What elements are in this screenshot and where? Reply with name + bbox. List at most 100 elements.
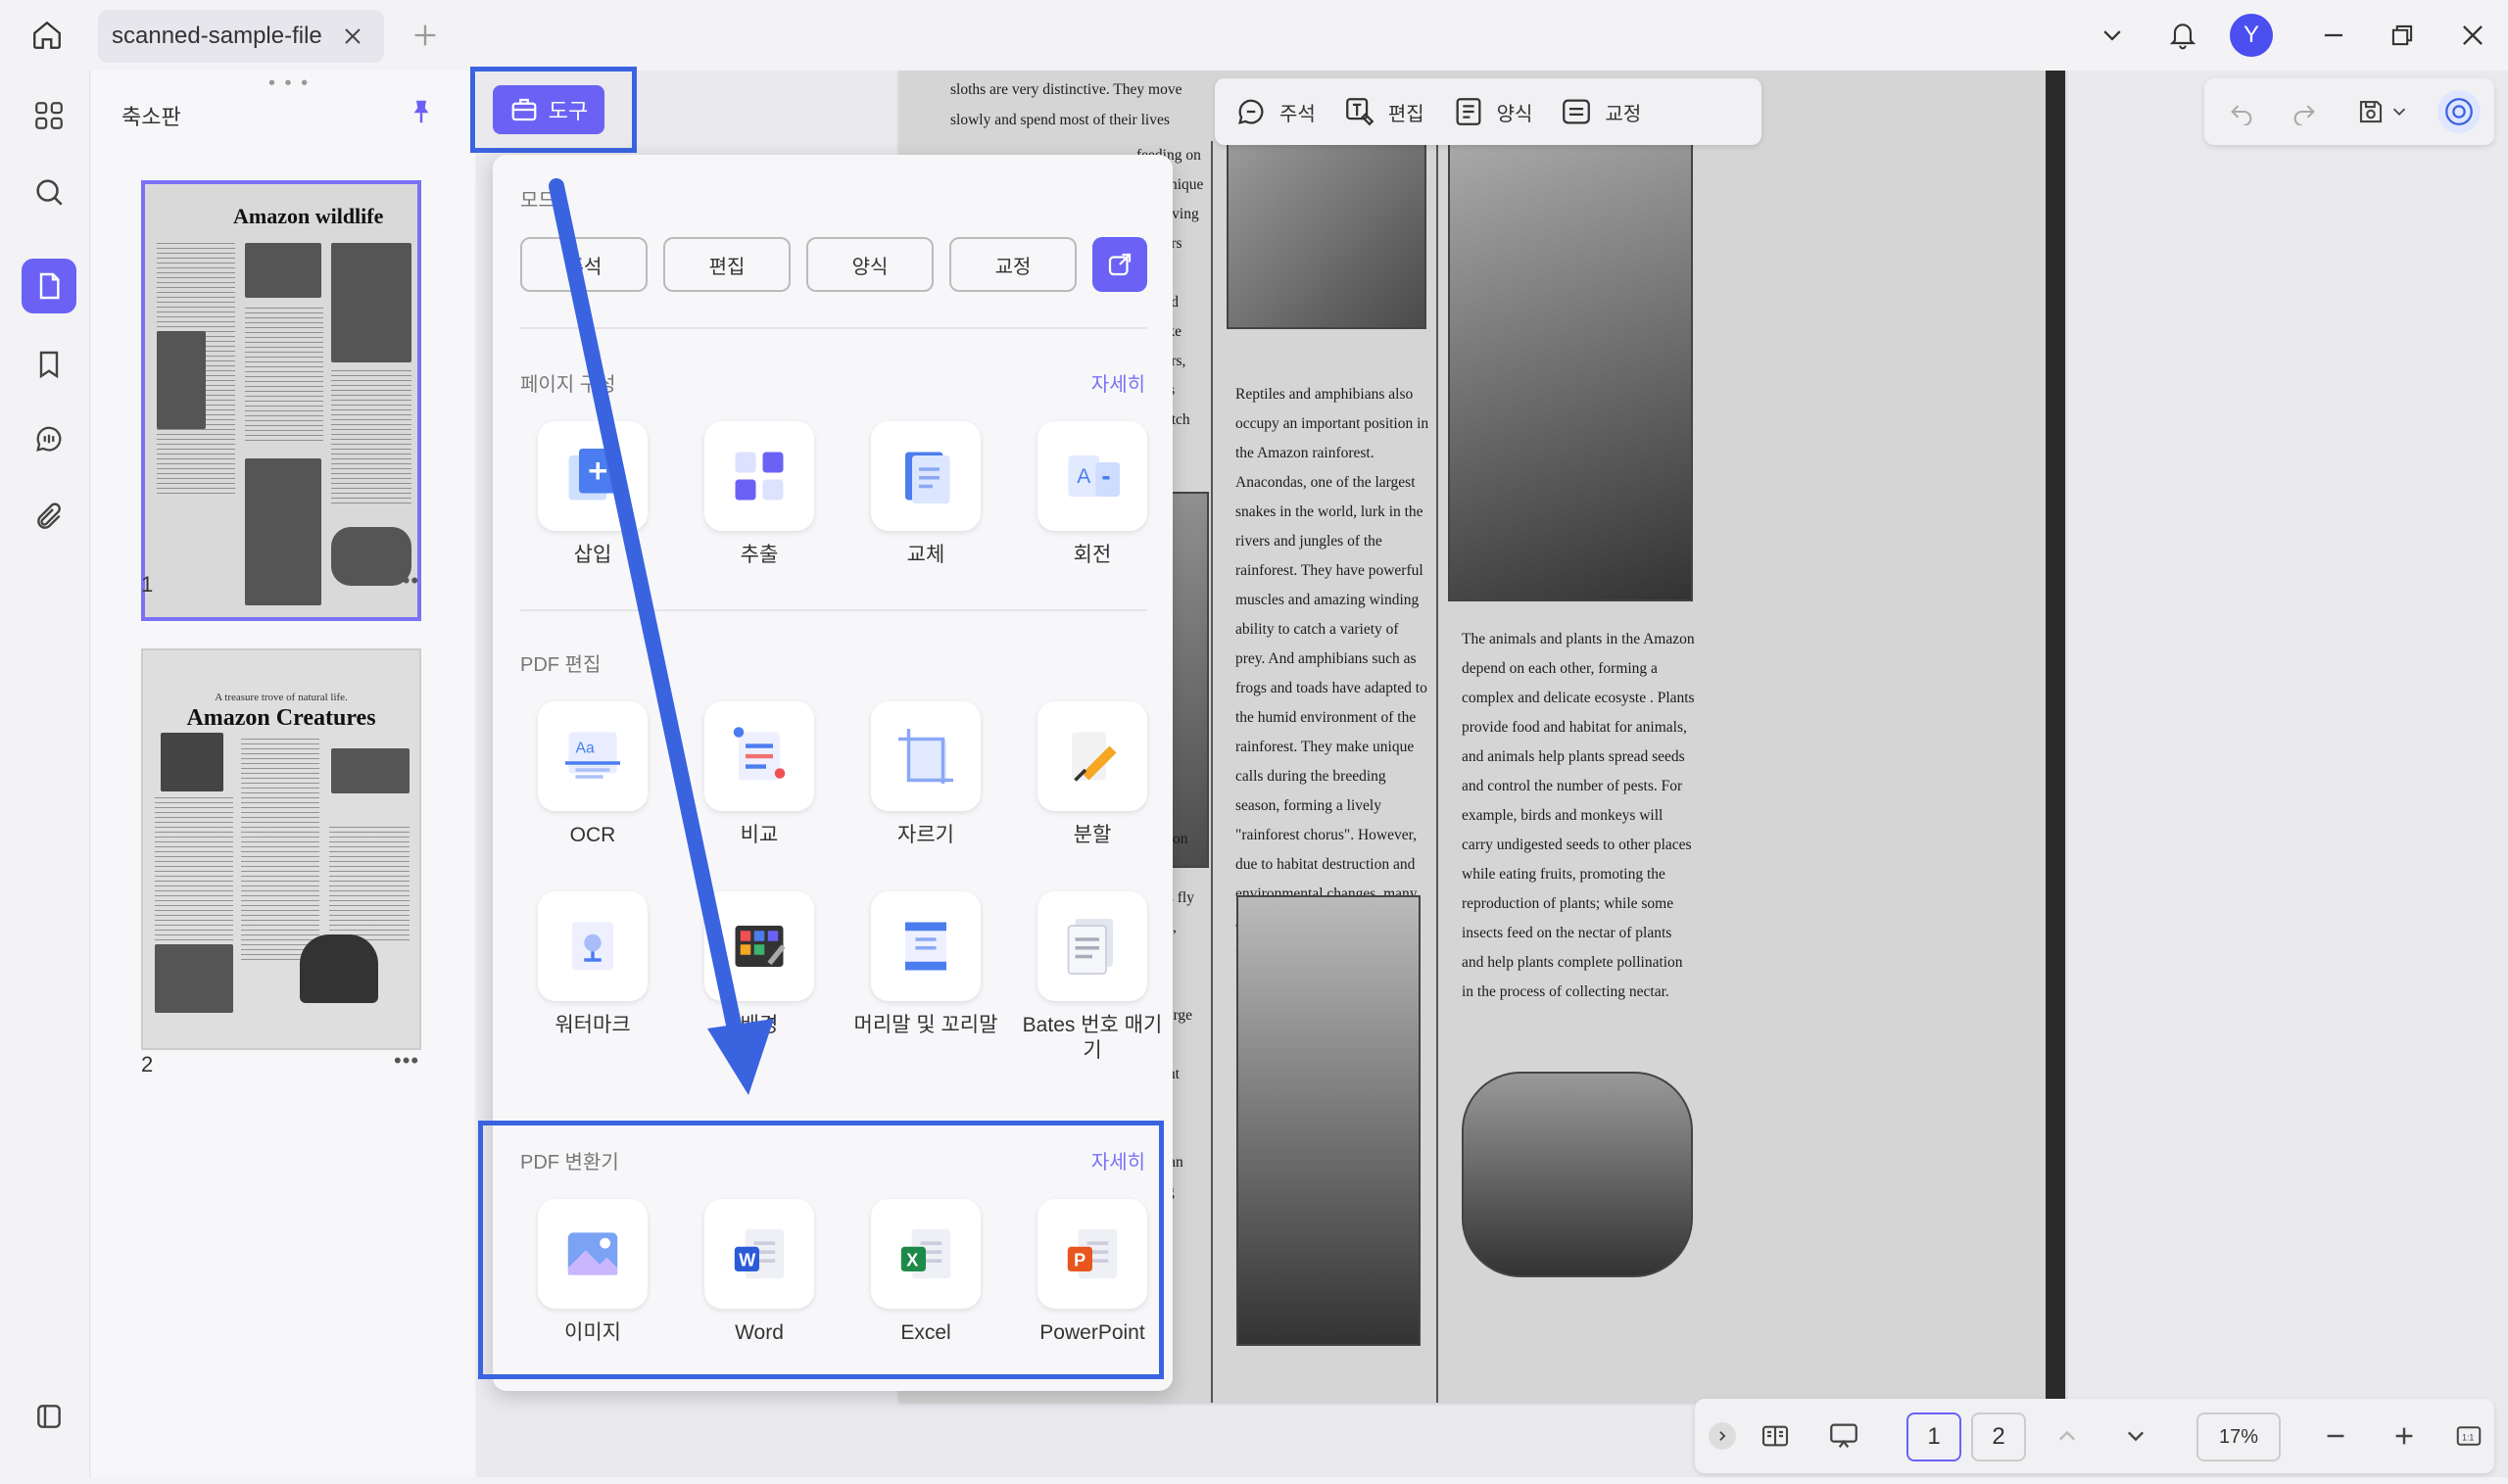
watermark-tool[interactable]: 워터마크 <box>519 891 666 1038</box>
redo-icon[interactable] <box>2287 94 2322 129</box>
zoom-level[interactable]: 17% <box>2196 1412 2281 1461</box>
thumbnail-panel-title: 축소판 <box>121 105 181 129</box>
turtle-photo <box>331 748 410 793</box>
reptiles-paragraph: Reptiles and amphibians also occupy an i… <box>1235 386 1429 961</box>
page-thumbnail-2[interactable]: A treasure trove of natural life. Amazon… <box>141 648 421 1050</box>
expand-bar-icon[interactable] <box>1709 1422 1736 1450</box>
forest-photo <box>155 944 233 1013</box>
panel-resize-grip[interactable]: • • • <box>268 72 310 95</box>
background-icon <box>704 891 814 1001</box>
close-tab-icon[interactable] <box>339 23 366 50</box>
column-divider <box>1436 141 1438 1403</box>
comment-icon <box>1238 99 1264 124</box>
thumbnail-pages-icon[interactable] <box>22 259 76 313</box>
page-1-button[interactable]: 1 <box>1906 1412 1961 1461</box>
next-page-icon[interactable] <box>2118 1418 2153 1454</box>
pin-icon[interactable] <box>404 94 439 129</box>
open-external-icon[interactable] <box>1092 237 1147 292</box>
bates-numbering-tool[interactable]: Bates 번호 매기기 <box>1019 891 1166 1064</box>
page-top-text: sloths are very distinctive. They move s… <box>950 81 1182 128</box>
rotate-page-tool[interactable]: A 회전 <box>1019 421 1166 568</box>
save-options-chevron-icon[interactable] <box>2387 94 2412 129</box>
ocr-icon: Aa <box>538 701 648 811</box>
replace-page-tool[interactable]: 교체 <box>852 421 999 568</box>
crop-tool[interactable]: 자르기 <box>852 701 999 848</box>
undo-icon[interactable] <box>2224 94 2259 129</box>
thumbnail-subtitle: A treasure trove of natural life. <box>215 692 348 703</box>
previous-page-icon[interactable] <box>2050 1418 2085 1454</box>
tools-button-highlight: 도구 <box>470 67 637 153</box>
mode-section-title: 모드 <box>520 190 556 212</box>
page-options-icon[interactable]: ••• <box>394 1048 419 1074</box>
page-options-icon[interactable]: ••• <box>394 568 419 594</box>
scan-edge <box>2046 71 2065 1403</box>
insert-page-tool[interactable]: 삽입 <box>519 421 666 568</box>
text-edit-icon <box>1345 98 1375 126</box>
burrowing-owl-photo <box>1227 143 1426 329</box>
page-organize-section-title: 페이지 구성 <box>520 374 616 396</box>
page-2-button[interactable]: 2 <box>1971 1412 2026 1461</box>
split-icon <box>1037 701 1147 811</box>
barn-owl-photo <box>1462 1072 1693 1277</box>
pdf-edit-section-title: PDF 편집 <box>520 654 602 676</box>
thumbnail-heading: Amazon Creatures <box>186 705 376 731</box>
search-icon[interactable] <box>22 165 76 219</box>
notification-bell-icon[interactable] <box>2161 14 2204 57</box>
insert-page-icon <box>538 421 648 531</box>
ocr-tool[interactable]: Aa OCR <box>519 701 666 848</box>
ecosystem-paragraph: The animals and plants in the Amazon dep… <box>1462 631 1695 1000</box>
background-tool[interactable]: 배경 <box>686 891 833 1038</box>
document-tab[interactable]: scanned-sample-file <box>98 10 384 63</box>
compare-icon <box>704 701 814 811</box>
header-footer-icon <box>871 891 981 1001</box>
restore-window-icon[interactable] <box>2381 14 2424 57</box>
ai-assistant-icon[interactable] <box>2437 90 2481 133</box>
home-icon[interactable] <box>27 16 67 55</box>
mode-form-button[interactable]: 양식 <box>806 237 934 292</box>
thumbnail-panel: • • • 축소판 Amazon wildlife 1 ••• A treasu… <box>92 71 474 1477</box>
title-bar: scanned-sample-file Y <box>0 0 2508 71</box>
mode-toolbar: 주석 편집 양식 교정 <box>1215 78 1761 145</box>
text-column <box>241 739 319 964</box>
column-divider <box>1211 141 1213 1403</box>
user-avatar[interactable]: Y <box>2230 14 2273 57</box>
annotate-mode-button[interactable]: 주석 <box>1234 95 1316 128</box>
chevron-down-icon[interactable] <box>2091 14 2134 57</box>
left-icon-rail <box>8 71 90 1477</box>
page-organize-more-link[interactable]: 자세히 <box>1091 368 1145 397</box>
sidebar-toggle-icon[interactable] <box>22 1389 76 1444</box>
edit-mode-button[interactable]: 편집 <box>1343 95 1424 128</box>
zoom-out-icon[interactable] <box>2318 1418 2353 1454</box>
form-mode-button[interactable]: 양식 <box>1452 95 1532 128</box>
page-number-label: 2 <box>141 1052 154 1077</box>
attachment-icon[interactable] <box>22 490 76 545</box>
comments-icon[interactable] <box>22 411 76 466</box>
new-tab-icon[interactable] <box>406 16 445 55</box>
grid-view-icon[interactable] <box>22 88 76 143</box>
extract-page-tool[interactable]: 추출 <box>686 421 833 568</box>
presentation-icon[interactable] <box>1826 1418 1861 1454</box>
page-navigation-bar: 1 2 17% 1:1 <box>1695 1399 2494 1473</box>
extract-page-icon <box>704 421 814 531</box>
mode-edit-button[interactable]: 편집 <box>663 237 791 292</box>
proofread-mode-button[interactable]: 교정 <box>1560 95 1641 128</box>
divider <box>520 609 1147 611</box>
header-footer-tool[interactable]: 머리말 및 꼬리말 <box>852 891 999 1038</box>
stamp-icon <box>1563 99 1591 124</box>
tools-button[interactable]: 도구 <box>493 85 604 134</box>
close-window-icon[interactable] <box>2451 14 2494 57</box>
page-layout-icon[interactable] <box>1758 1418 1793 1454</box>
split-tool[interactable]: 분할 <box>1019 701 1166 848</box>
actual-size-icon[interactable]: 1:1 <box>2451 1418 2486 1454</box>
page-thumbnail-1[interactable]: Amazon wildlife <box>141 180 421 621</box>
mode-annotate-button[interactable]: 주석 <box>520 237 648 292</box>
bookmark-icon[interactable] <box>22 337 76 392</box>
zoom-in-icon[interactable] <box>2387 1418 2422 1454</box>
converter-highlight-box <box>478 1121 1164 1379</box>
save-icon[interactable] <box>2353 94 2388 129</box>
mode-proofread-button[interactable]: 교정 <box>949 237 1077 292</box>
giraffe-photo <box>245 458 321 605</box>
compare-tool[interactable]: 비교 <box>686 701 833 848</box>
minimize-icon[interactable] <box>2312 14 2355 57</box>
bates-numbering-icon <box>1037 891 1147 1001</box>
